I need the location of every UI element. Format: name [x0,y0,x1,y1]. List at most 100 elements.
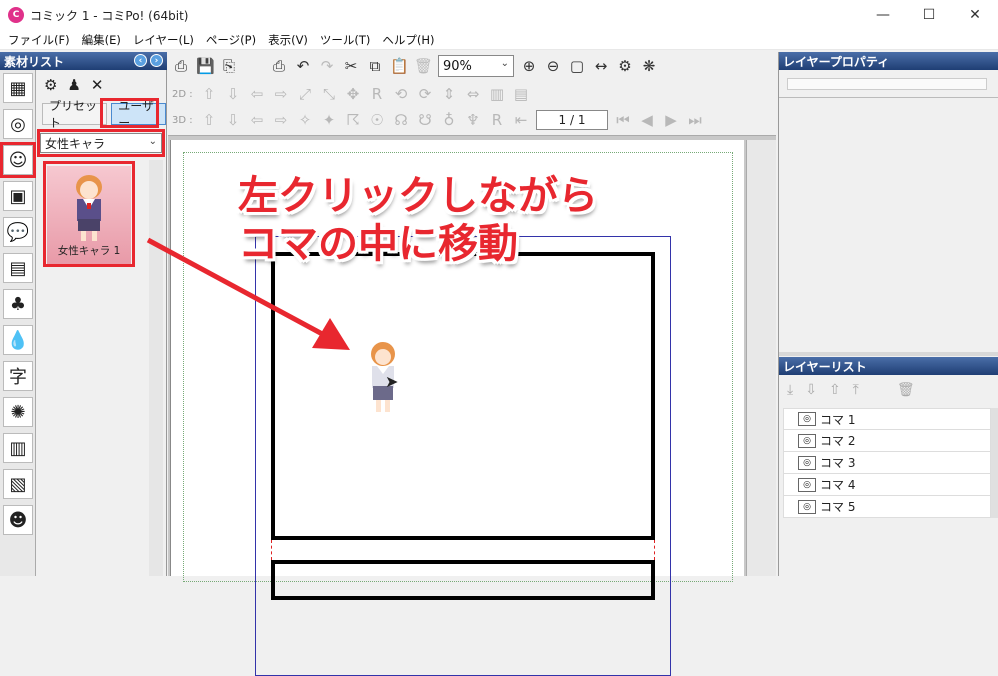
render-icon[interactable]: ❋ [640,57,658,75]
tree-icon[interactable]: ♣ [3,289,33,319]
new-icon[interactable]: ⎙ [172,57,190,75]
canvas-scrollbar[interactable] [746,140,776,576]
last-page-icon[interactable]: ⏭ [686,111,704,129]
rotate-right-icon[interactable]: ⟳ [416,85,434,103]
pose-body-icon[interactable]: ♆ [464,111,482,129]
rotate-left-icon[interactable]: ⟲ [392,85,410,103]
menu-edit[interactable]: 編集(E) [78,32,129,48]
prev-icon[interactable]: ‹ [134,54,147,67]
asset-scrollbar[interactable] [149,160,163,576]
move-icon[interactable]: ✥ [344,85,362,103]
arrow-left-icon[interactable]: ⇦ [248,85,266,103]
layer-item[interactable]: ◎ コマ 5 [783,496,991,518]
menu-page[interactable]: ページ(P) [202,32,264,48]
move-down-icon[interactable]: ⇩ [805,382,817,398]
prev-page-icon[interactable]: ◀ [638,111,656,129]
pose-turn-icon[interactable]: ☉ [368,111,386,129]
move-bottom-icon[interactable]: ⤓ [787,382,793,398]
next-page-icon[interactable]: ▶ [662,111,680,129]
pose-tilt-icon[interactable]: ☊ [392,111,410,129]
expand-icon[interactable]: ✧ [296,111,314,129]
scale-icon[interactable]: ⤢ [296,85,314,103]
3d-object-icon[interactable]: ▣ [3,181,33,211]
tab-preset[interactable]: プリセット [42,99,108,130]
user-3d-icon[interactable]: ▧ [3,469,33,499]
user-background-icon[interactable]: ▥ [3,433,33,463]
arrow-left-icon[interactable]: ⇦ [248,111,266,129]
pose-head-icon[interactable]: ♁ [440,111,458,129]
menu-file[interactable]: ファイル(F) [4,32,78,48]
toolbar: ⎙ 💾 ⎘ ⎙ ↶ ↷ ✂ ⧉ 📋 🗑 90% ⌄ ⊕ ⊖ ▢ ↔ ⚙ ❋ 2D… [168,52,776,136]
paste-icon[interactable]: 📋 [390,57,409,75]
layer-item[interactable]: ◎ コマ 3 [783,452,991,474]
zoom-out-icon[interactable]: ⊖ [544,57,562,75]
zoom-select[interactable]: 90% ⌄ [438,55,514,77]
copy-icon[interactable]: ⧉ [366,57,384,75]
move-up-icon[interactable]: ⇧ [829,382,841,398]
align-icon[interactable]: ▥ [488,85,506,103]
kaki-moji-icon[interactable]: 字 [3,361,33,391]
shrink-icon[interactable]: ⤡ [320,85,338,103]
first-page-icon[interactable]: ⏮ [614,111,632,129]
burst-effect-icon[interactable]: ✺ [3,397,33,427]
first-page-icon[interactable]: ⇤ [512,111,530,129]
effect-drop-icon[interactable]: 💧 [3,325,33,355]
speech-balloon-icon[interactable]: 💬 [3,217,33,247]
delete-icon[interactable]: ✕ [91,76,104,94]
flip-v-icon[interactable]: ⇕ [440,85,458,103]
layer-list-scrollbar[interactable] [991,408,998,518]
panel-koma-1[interactable] [271,252,655,540]
redo-icon[interactable]: ↷ [318,57,336,75]
comic-canvas[interactable]: ➤ [170,140,744,676]
character-category-icon[interactable]: ☺ [0,142,36,178]
app-logo-icon: C [8,7,24,23]
panel-layout-icon[interactable]: ▦ [3,73,33,103]
arrow-right-icon[interactable]: ⇨ [272,85,290,103]
trash-icon[interactable]: 🗑 [897,382,915,398]
minimize-button[interactable]: — [860,0,906,30]
layer-item[interactable]: ◎ コマ 1 [783,408,991,430]
menu-layer[interactable]: レイヤー(L) [129,32,202,48]
cut-icon[interactable]: ✂ [342,57,360,75]
flip-h-icon[interactable]: ⇔ [464,85,482,103]
panel-koma-2[interactable] [271,560,655,600]
menu-help[interactable]: ヘルプ(H) [378,32,442,48]
move-top-icon[interactable]: ⤒ [853,382,859,398]
layer-item[interactable]: ◎ コマ 4 [783,474,991,496]
arrow-up-icon[interactable]: ⇧ [200,85,218,103]
settings-icon[interactable]: ⚙ [44,76,57,94]
trash-icon[interactable]: 🗑 [414,57,433,75]
panel-splitter[interactable] [779,352,998,356]
print-icon[interactable]: ⎙ [270,57,288,75]
zoom-in-icon[interactable]: ⊕ [520,57,538,75]
reset-3d-icon[interactable]: R [488,111,506,129]
menu-view[interactable]: 表示(V) [264,32,316,48]
next-icon[interactable]: › [150,54,163,67]
reset-icon[interactable]: R [368,85,386,103]
export-icon[interactable]: ⎘ [220,57,238,75]
arrow-down-icon[interactable]: ⇩ [224,111,242,129]
undo-icon[interactable]: ↶ [294,57,312,75]
arrow-up-icon[interactable]: ⇧ [200,111,218,129]
fit-page-icon[interactable]: ▢ [568,57,586,75]
user-character-icon[interactable]: ☻ [3,505,33,535]
save-icon[interactable]: 💾 [196,57,215,75]
layer-item[interactable]: ◎ コマ 2 [783,430,991,452]
shrink-icon[interactable]: ✦ [320,111,338,129]
camera-icon[interactable]: ◎ [3,109,33,139]
maximize-button[interactable]: ☐ [906,0,952,30]
pose-walk-icon[interactable]: ☈ [344,111,362,129]
fit-width-icon[interactable]: ↔ [592,57,610,75]
menu-tools[interactable]: ツール(T) [316,32,379,48]
pose-icon[interactable]: ♟ [67,76,80,94]
pose-face-icon[interactable]: ☋ [416,111,434,129]
highlight-frame [100,98,159,128]
settings-icon[interactable]: ⚙ [616,57,634,75]
close-button[interactable]: ✕ [952,0,998,30]
mouse-cursor-icon: ➤ [385,372,399,391]
page-indicator: 1 / 1 [536,110,608,130]
lock-icon[interactable]: ▤ [512,85,530,103]
arrow-down-icon[interactable]: ⇩ [224,85,242,103]
background-icon[interactable]: ▤ [3,253,33,283]
arrow-right-icon[interactable]: ⇨ [272,111,290,129]
